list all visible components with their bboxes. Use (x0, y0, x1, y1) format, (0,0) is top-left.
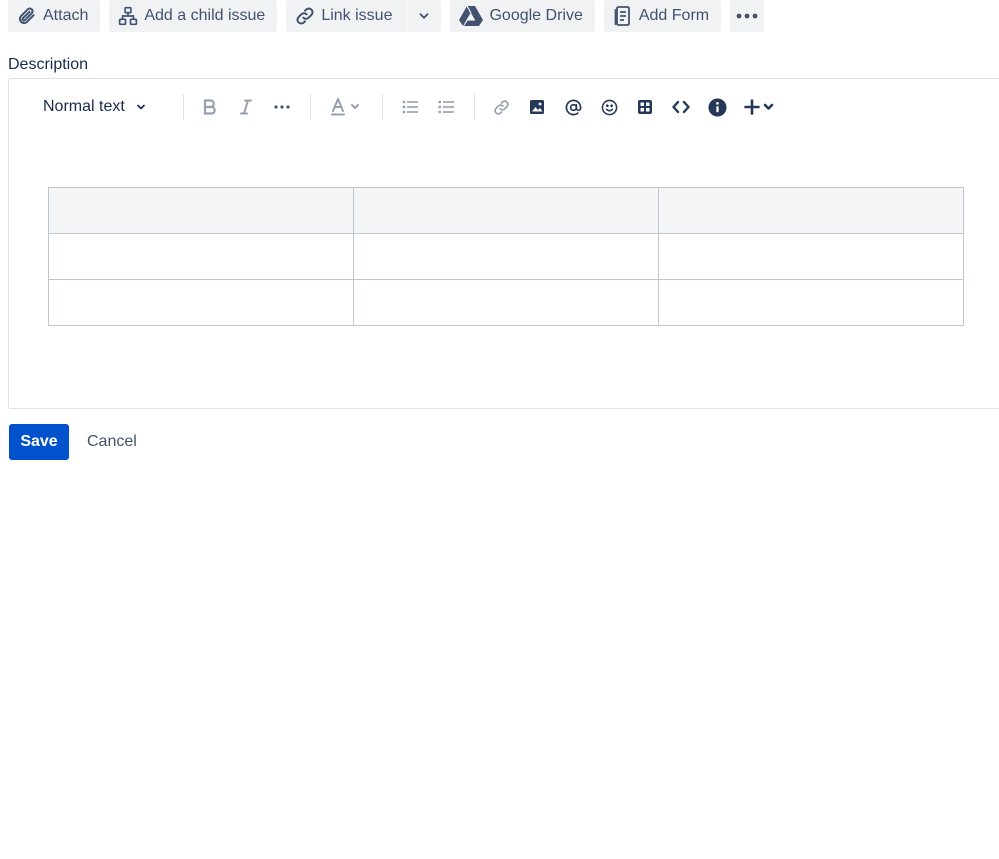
image-icon[interactable] (526, 93, 548, 121)
link-issue-label: Link issue (321, 7, 393, 24)
table-row (48, 279, 964, 326)
table-header-row (48, 187, 964, 234)
more-actions-button[interactable] (730, 0, 765, 32)
table-cell[interactable] (658, 233, 964, 280)
italic-icon[interactable] (235, 93, 257, 121)
description-table[interactable] (48, 187, 964, 326)
add-form-label: Add Form (638, 7, 710, 24)
toolbar-divider (474, 94, 475, 120)
google-drive-label: Google Drive (489, 7, 583, 24)
table-header-cell[interactable] (658, 187, 964, 234)
google-drive-icon (458, 5, 484, 27)
cancel-button[interactable]: Cancel (77, 424, 147, 460)
table-icon[interactable] (634, 93, 656, 121)
add-child-issue-label: Add a child issue (144, 7, 266, 24)
table-cell[interactable] (48, 279, 354, 326)
editor-toolbar: Normal text (9, 93, 999, 121)
google-drive-button[interactable]: Google Drive (450, 0, 595, 32)
text-color-icon[interactable] (327, 93, 363, 121)
mention-icon[interactable] (562, 93, 584, 121)
form-icon (612, 5, 634, 27)
table-header-cell[interactable] (48, 187, 354, 234)
bullet-list-icon[interactable] (399, 93, 421, 121)
table-cell[interactable] (658, 279, 964, 326)
more-icon (736, 5, 758, 27)
chevron-down-icon (417, 9, 431, 23)
attach-label: Attach (43, 7, 89, 24)
link-issue-dropdown[interactable] (407, 0, 442, 32)
child-issue-icon (117, 5, 139, 27)
toolbar-divider (183, 94, 184, 120)
bold-icon[interactable] (199, 93, 221, 121)
toolbar-divider (310, 94, 311, 120)
insert-plus-icon[interactable] (742, 93, 778, 121)
toolbar-divider (382, 94, 383, 120)
link-icon[interactable] (490, 93, 512, 121)
text-style-label: Normal text (43, 98, 125, 115)
table-header-cell[interactable] (353, 187, 659, 234)
description-editor[interactable]: Normal text (8, 78, 999, 409)
table-cell[interactable] (353, 233, 659, 280)
table-row (48, 233, 964, 280)
code-icon[interactable] (670, 93, 692, 121)
info-panel-icon[interactable] (706, 93, 728, 121)
attach-button[interactable]: Attach (8, 0, 101, 32)
emoji-icon[interactable] (598, 93, 620, 121)
numbered-list-icon[interactable] (435, 93, 457, 121)
save-button[interactable]: Save (9, 424, 69, 460)
add-child-issue-button[interactable]: Add a child issue (109, 0, 278, 32)
more-formatting-icon[interactable] (271, 93, 293, 121)
table-cell[interactable] (353, 279, 659, 326)
chevron-down-icon (135, 101, 147, 113)
description-label: Description (8, 56, 89, 73)
table-cell[interactable] (48, 233, 354, 280)
paperclip-icon (16, 5, 38, 27)
link-issue-button[interactable]: Link issue (286, 0, 407, 32)
text-style-dropdown[interactable]: Normal text (43, 93, 147, 121)
add-form-button[interactable]: Add Form (603, 0, 722, 32)
link-icon (294, 5, 316, 27)
issue-actions-bar: Attach Add a child issue Link issue Goog… (8, 0, 773, 32)
